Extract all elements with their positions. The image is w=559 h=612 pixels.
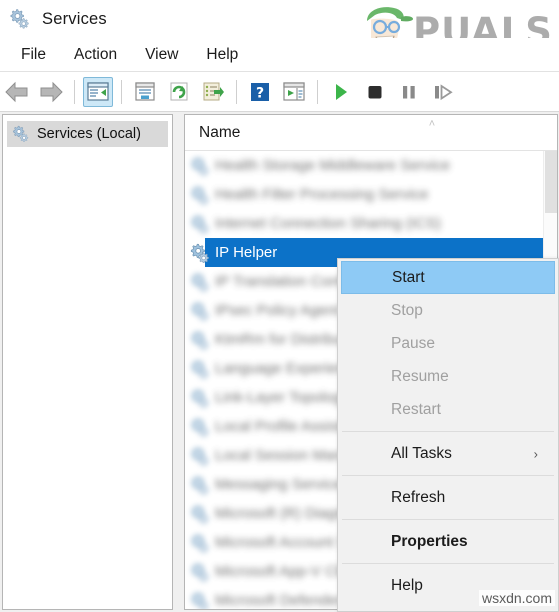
stop-square-icon: [368, 85, 382, 98]
service-gear-icon: [189, 213, 211, 235]
show-hide-console-tree-button[interactable]: [83, 76, 113, 107]
tree-node-label: Services (Local): [37, 126, 141, 142]
properties-button[interactable]: [130, 77, 160, 107]
services-gear-icon: [8, 7, 32, 31]
toolbar-separator-1: [74, 79, 75, 104]
context-menu-item-label: Restart: [391, 400, 441, 418]
service-gear-icon: [189, 474, 211, 496]
context-menu-item-label: Refresh: [391, 488, 446, 506]
forward-arrow-icon: [40, 81, 63, 102]
ctx-restart: Restart: [338, 393, 558, 426]
context-menu-item-label: Help: [391, 576, 423, 594]
toolbar-separator-3: [236, 79, 237, 104]
service-gear-icon: [189, 271, 211, 293]
tree-node-services-local[interactable]: Services (Local): [7, 121, 168, 147]
service-gear-icon: [189, 329, 211, 351]
service-gear-icon: [189, 503, 211, 525]
play-triangle-icon: [336, 83, 347, 100]
restart-bar-triangle-icon: [435, 83, 453, 100]
service-gear-icon: [189, 590, 211, 609]
console-tree-pane: Services (Local): [2, 114, 173, 610]
context-menu-item-label: Start: [392, 268, 425, 286]
ctx-start[interactable]: Start: [341, 261, 555, 294]
service-gear-icon: [189, 387, 211, 409]
menu-help[interactable]: Help: [193, 44, 251, 66]
service-name-label: IPsec Policy Agent: [215, 302, 340, 319]
service-gear-icon: [189, 532, 211, 554]
refresh-button[interactable]: [164, 77, 194, 107]
properties-window-icon: [135, 81, 155, 101]
export-list-icon: [203, 82, 224, 100]
menu-action[interactable]: Action: [61, 44, 130, 66]
service-gear-icon: [189, 155, 211, 177]
restart-service-button[interactable]: [428, 77, 458, 107]
service-name-label: Messaging Service: [215, 476, 342, 493]
service-gear-icon: [189, 445, 211, 467]
toolbar-separator-4: [317, 79, 318, 104]
service-name-label: Health Storage Middleware Service: [215, 157, 451, 174]
menu-view[interactable]: View: [132, 44, 191, 66]
menu-file[interactable]: File: [8, 44, 59, 66]
back-arrow-icon: [5, 81, 28, 102]
back-button[interactable]: [2, 77, 32, 107]
context-menu-item-label: Stop: [391, 301, 423, 319]
show-hide-action-pane-button[interactable]: [279, 77, 309, 107]
service-gear-icon: [189, 416, 211, 438]
ctx-all-tasks[interactable]: All Tasks ›: [338, 437, 558, 470]
service-gear-icon: [189, 561, 211, 583]
stop-service-button[interactable]: [360, 77, 390, 107]
context-menu-item-label: Properties: [391, 532, 468, 550]
forward-button[interactable]: [36, 77, 66, 107]
column-header-name[interactable]: Name: [185, 124, 240, 142]
context-menu-item-label: All Tasks: [391, 444, 452, 462]
toolbar-separator-2: [121, 79, 122, 104]
services-console-window: Services PUALS File Action View Help ? S…: [0, 0, 559, 612]
service-row[interactable]: Internet Connection Sharing (ICS): [185, 209, 557, 238]
svg-text:?: ?: [256, 85, 264, 101]
service-gear-icon: [189, 242, 211, 264]
submenu-chevron-right-icon: ›: [533, 446, 538, 461]
context-menu-item-label: Pause: [391, 334, 435, 352]
site-watermark: wsxdn.com: [478, 590, 555, 606]
title-bar: Services: [0, 0, 559, 38]
export-list-button[interactable]: [198, 77, 228, 107]
ctx-properties[interactable]: Properties: [338, 525, 558, 558]
context-menu-separator: [342, 431, 554, 432]
service-name-label: Health Filter Processing Service: [215, 186, 429, 203]
services-gear-icon: [11, 124, 31, 144]
service-row[interactable]: Health Storage Middleware Service: [185, 151, 557, 180]
pause-service-button[interactable]: [394, 77, 424, 107]
service-row[interactable]: Health Filter Processing Service: [185, 180, 557, 209]
service-gear-icon: [189, 300, 211, 322]
list-column-header: Name ˄: [185, 115, 557, 151]
context-menu-separator: [342, 563, 554, 564]
menu-bar: File Action View Help: [0, 38, 559, 72]
start-service-button[interactable]: [326, 77, 356, 107]
console-tree-icon: [87, 81, 109, 101]
pause-bars-icon: [403, 85, 415, 98]
refresh-circular-arrow-icon: [170, 82, 188, 100]
toolbar: ?: [0, 72, 559, 112]
sort-ascending-chevron-icon: ˄: [428, 118, 436, 130]
service-name-label: Internet Connection Sharing (ICS): [215, 215, 441, 232]
pane-splitter[interactable]: [174, 114, 184, 610]
context-menu-separator: [342, 519, 554, 520]
ctx-stop: Stop: [338, 294, 558, 327]
service-name-label: IP Helper: [215, 244, 278, 261]
context-menu-separator: [342, 475, 554, 476]
scrollbar-thumb[interactable]: [545, 151, 557, 213]
help-button[interactable]: ?: [245, 77, 275, 107]
service-context-menu: Start Stop Pause Resume Restart All Tasks › Ref…: [337, 258, 559, 612]
context-menu-item-label: Resume: [391, 367, 449, 385]
service-gear-icon: [189, 358, 211, 380]
ctx-refresh[interactable]: Refresh: [338, 481, 558, 514]
window-title: Services: [42, 9, 107, 28]
action-pane-icon: [283, 81, 305, 101]
ctx-pause: Pause: [338, 327, 558, 360]
ctx-resume: Resume: [338, 360, 558, 393]
question-mark-help-icon: ?: [251, 82, 269, 101]
service-gear-icon: [189, 184, 211, 206]
